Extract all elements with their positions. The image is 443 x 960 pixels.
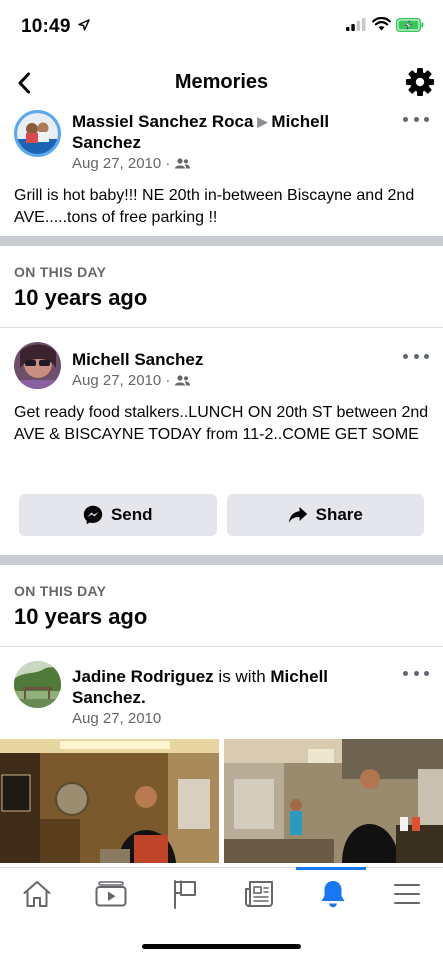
post-options-button[interactable] <box>403 112 429 126</box>
author-name[interactable]: Michell Sanchez <box>72 349 395 370</box>
menu-icon <box>394 884 420 904</box>
gear-icon <box>406 68 434 96</box>
send-label: Send <box>110 505 153 524</box>
post-options-button[interactable] <box>403 349 429 363</box>
post-date[interactable]: Aug 27, 2010 · <box>72 372 170 389</box>
friends-icon <box>175 375 191 386</box>
section-divider <box>0 555 443 565</box>
wifi-icon <box>372 17 391 31</box>
shared-to-arrow-icon: ▶ <box>257 114 268 129</box>
cellular-signal-icon <box>346 18 366 31</box>
years-ago-title: 10 years ago <box>14 285 148 310</box>
top-navigation-bar: Memories <box>0 58 443 108</box>
post-actions: Send Share <box>0 494 443 536</box>
post-author-line: Massiel Sanchez Roca ▶ Michell Sanchez <box>72 111 395 153</box>
share-button[interactable]: Share <box>226 494 424 536</box>
post-date[interactable]: Aug 27, 2010 · <box>72 155 170 172</box>
status-time: 10:49 <box>21 16 71 37</box>
photo-grid <box>0 739 443 863</box>
author-name[interactable]: Jadine Rodriguez <box>72 667 214 686</box>
avatar[interactable] <box>14 342 61 389</box>
post-meta: Aug 27, 2010 · <box>72 372 395 389</box>
flag-icon <box>174 880 196 909</box>
on-this-day-label: ON THIS DAY <box>14 264 107 280</box>
post-photo-kitchen-crew[interactable] <box>224 739 443 863</box>
messenger-icon <box>83 505 103 525</box>
video-icon <box>95 881 127 907</box>
post-photo-kitchen-cook[interactable] <box>0 739 219 863</box>
avatar[interactable] <box>14 661 61 708</box>
send-button[interactable]: Send <box>19 494 217 536</box>
home-icon <box>23 881 51 907</box>
newspaper-icon <box>245 881 273 907</box>
share-label: Share <box>315 505 363 524</box>
tab-home[interactable] <box>0 868 74 920</box>
post-meta: Aug 27, 2010 <box>72 710 395 727</box>
on-this-day-header: ON THIS DAY 10 years ago <box>0 246 443 327</box>
post-meta: Aug 27, 2010 · <box>72 155 395 172</box>
friends-icon <box>175 158 191 169</box>
share-arrow-icon <box>288 507 307 523</box>
settings-button[interactable] <box>405 67 435 97</box>
memory-post: Massiel Sanchez Roca ▶ Michell Sanchez Aug… <box>0 108 443 236</box>
on-this-day-header: ON THIS DAY 10 years ago <box>0 565 443 646</box>
tab-news[interactable] <box>222 868 296 920</box>
location-arrow-icon <box>78 19 90 31</box>
status-bar: 10:49 <box>0 0 443 54</box>
tab-menu[interactable] <box>370 868 443 920</box>
post-text: Grill is hot baby!!! NE 20th in-between … <box>14 187 415 226</box>
battery-charging-icon <box>396 18 424 32</box>
author-name[interactable]: Massiel Sanchez Roca <box>72 112 253 131</box>
post-text: Get ready food stalkers..LUNCH ON 20th S… <box>14 404 429 443</box>
post-date[interactable]: Aug 27, 2010 <box>72 710 161 727</box>
with-text: is with <box>218 667 266 686</box>
bottom-tab-bar <box>0 867 443 921</box>
home-indicator[interactable] <box>142 944 301 949</box>
bell-icon <box>321 881 345 908</box>
avatar[interactable] <box>14 110 61 157</box>
page-title: Memories <box>174 71 269 93</box>
years-ago-title: 10 years ago <box>14 604 148 629</box>
memories-feed[interactable]: Massiel Sanchez Roca ▶ Michell Sanchez Aug… <box>0 108 443 870</box>
tab-pages[interactable] <box>148 868 222 920</box>
on-this-day-label: ON THIS DAY <box>14 583 107 599</box>
avatar-photo <box>17 113 58 154</box>
post-author-line: Jadine Rodriguez is with Michell Sanchez… <box>72 666 395 708</box>
tab-watch[interactable] <box>74 868 148 920</box>
memory-post: Jadine Rodriguez is with Michell Sanchez… <box>0 647 443 863</box>
memory-post: Michell Sanchez Aug 27, 2010 · Get ready… <box>0 328 443 555</box>
section-divider <box>0 236 443 246</box>
tab-notifications[interactable] <box>296 868 370 920</box>
avatar-photo <box>14 342 61 389</box>
post-options-button[interactable] <box>403 666 429 680</box>
avatar-photo <box>14 661 61 708</box>
